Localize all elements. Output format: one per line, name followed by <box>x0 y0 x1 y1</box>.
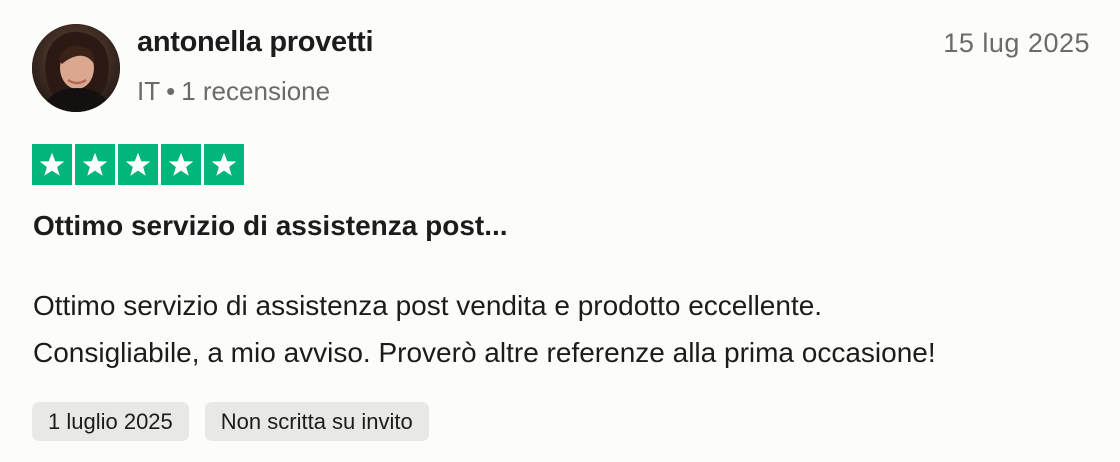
review-tags: 1 luglio 2025 Non scritta su invito <box>32 402 429 441</box>
review-card: antonella provetti IT • 1 recensione 15 lu… <box>0 0 1120 462</box>
reviewer-review-count: 1 recensione <box>181 76 331 106</box>
reviewer-avatar[interactable] <box>32 24 120 112</box>
review-body: Ottimo servizio di assistenza post vendi… <box>33 282 1103 376</box>
review-body-line-1: Ottimo servizio di assistenza post vendi… <box>33 290 823 321</box>
star-icon <box>161 144 201 185</box>
star-icon <box>75 144 115 185</box>
invite-status-badge: Non scritta su invito <box>204 402 429 441</box>
experience-date-badge: 1 luglio 2025 <box>32 402 189 441</box>
star-rating <box>32 144 244 185</box>
reviewer-country: IT <box>137 76 161 106</box>
star-icon <box>118 144 158 185</box>
star-icon <box>204 144 244 185</box>
review-body-line-2: Consigliabile, a mio avviso. Proverò alt… <box>33 337 936 368</box>
meta-separator: • <box>166 76 176 106</box>
review-date: 15 lug 2025 <box>943 28 1090 58</box>
review-title[interactable]: Ottimo servizio di assistenza post... <box>33 210 508 242</box>
reviewer-meta: IT • 1 recensione <box>137 76 330 107</box>
star-icon <box>32 144 72 185</box>
reviewer-name[interactable]: antonella provetti <box>137 26 374 59</box>
